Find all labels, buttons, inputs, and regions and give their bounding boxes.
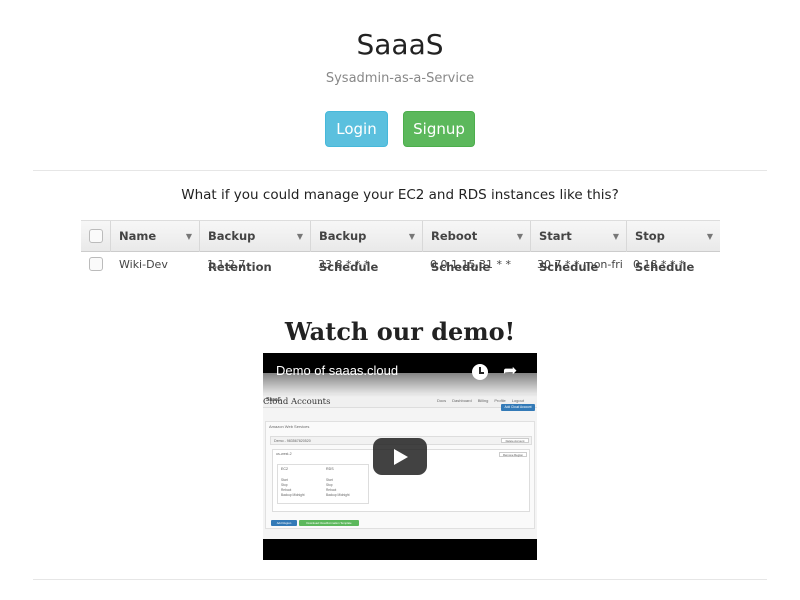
inner-nav-item: Docs bbox=[437, 398, 447, 403]
sort-caret-icon[interactable]: ▼ bbox=[409, 221, 415, 252]
inner-option: Backup Midnight bbox=[326, 493, 350, 497]
inner-option: Start bbox=[326, 478, 333, 482]
cell-stop-schedule: 0 18 * * * bbox=[633, 258, 685, 271]
inner-remove-region-button: Remove Region bbox=[499, 452, 527, 457]
column-header-name[interactable]: Name ▼ bbox=[110, 221, 199, 252]
play-icon[interactable] bbox=[373, 438, 427, 475]
inner-option: Reboot bbox=[326, 488, 337, 492]
inner-nav-item: Logout bbox=[511, 398, 524, 403]
column-header-backup-retention[interactable]: Backup Retention ▼ bbox=[199, 221, 310, 274]
inner-option: Stop bbox=[326, 483, 333, 487]
sort-caret-icon[interactable]: ▼ bbox=[517, 221, 523, 252]
column-header-start-schedule[interactable]: Start Schedule ▼ bbox=[530, 221, 626, 274]
select-all-checkbox[interactable] bbox=[89, 229, 103, 243]
signup-button[interactable]: Signup bbox=[403, 111, 475, 147]
inner-add-button: Add Cloud Account bbox=[501, 404, 535, 411]
instances-grid: Name ▼ Backup Retention ▼ Backup Schedule ▼… bbox=[81, 220, 720, 278]
column-header-backup-schedule[interactable]: Backup Schedule ▼ bbox=[310, 221, 422, 274]
inner-option: Backup Midnight bbox=[281, 493, 305, 497]
inner-option: Reboot bbox=[281, 488, 292, 492]
app-subtitle: Sysadmin-as-a-Service bbox=[325, 71, 475, 86]
sort-caret-icon[interactable]: ▼ bbox=[613, 221, 619, 252]
table-row[interactable]: Wiki-Dev 1,1,2,7 33 8 * * * 0 0 1,15,31 … bbox=[81, 252, 720, 278]
divider bbox=[33, 579, 767, 580]
inner-download-button: Download CloudFormation Template bbox=[299, 520, 359, 526]
pitch-text: What if you could manage your EC2 and RD… bbox=[181, 187, 619, 203]
inner-options-table: EC2 RDS Start Stop Reboot Backup Midnigh… bbox=[277, 464, 369, 504]
cell-backup-retention: 1,1,2,7 bbox=[207, 258, 246, 271]
inner-delete-button: Delete Account bbox=[501, 438, 529, 443]
cell-name: Wiki-Dev bbox=[119, 258, 168, 271]
inner-heading: Cloud Accounts bbox=[263, 397, 331, 407]
inner-nav-item: Profile bbox=[494, 398, 506, 403]
cell-reboot-schedule: 0 0 1,15,31 * * bbox=[430, 258, 511, 271]
column-header-stop-schedule[interactable]: Stop Schedule ▼ bbox=[626, 221, 720, 274]
demo-video[interactable]: SaaaS Docs Dashboard Billing Profile Logout … bbox=[263, 353, 537, 560]
share-icon[interactable]: ➦ bbox=[503, 362, 517, 380]
sort-caret-icon[interactable]: ▼ bbox=[186, 221, 192, 252]
video-title[interactable]: Demo of saaas.cloud bbox=[276, 363, 398, 378]
divider bbox=[33, 170, 767, 171]
column-header-label: Name bbox=[119, 229, 157, 243]
inner-panel-heading: Amazon Web Services bbox=[269, 424, 310, 429]
login-button[interactable]: Login bbox=[325, 111, 388, 147]
sort-caret-icon[interactable]: ▼ bbox=[707, 221, 713, 252]
inner-ec2-label: EC2 bbox=[281, 467, 288, 471]
inner-nav-links: Docs Dashboard Billing Profile Logout bbox=[437, 398, 530, 403]
inner-nav-item: Dashboard bbox=[452, 398, 472, 403]
cell-backup-schedule: 33 8 * * * bbox=[318, 258, 370, 271]
app-title: SaaaS bbox=[356, 28, 444, 61]
inner-option: Stop bbox=[281, 483, 288, 487]
watch-later-icon[interactable] bbox=[472, 364, 488, 380]
inner-add-region-button: Add Region bbox=[271, 520, 297, 526]
grid-header: Name ▼ Backup Retention ▼ Backup Schedule ▼… bbox=[81, 220, 720, 274]
inner-nav-item: Billing bbox=[477, 398, 489, 403]
column-header-reboot-schedule[interactable]: Reboot Schedule ▼ bbox=[422, 221, 530, 274]
sort-caret-icon[interactable]: ▼ bbox=[297, 221, 303, 252]
inner-account-label: Demo - 983567820520 bbox=[274, 439, 311, 443]
cell-start-schedule: 30 7 * * mon-fri bbox=[537, 258, 623, 271]
demo-heading: Watch our demo! bbox=[284, 317, 516, 346]
inner-option: Start bbox=[281, 478, 288, 482]
inner-region-label: us-west-2 bbox=[276, 452, 292, 456]
inner-rds-label: RDS bbox=[326, 467, 334, 471]
row-checkbox[interactable] bbox=[89, 257, 103, 271]
